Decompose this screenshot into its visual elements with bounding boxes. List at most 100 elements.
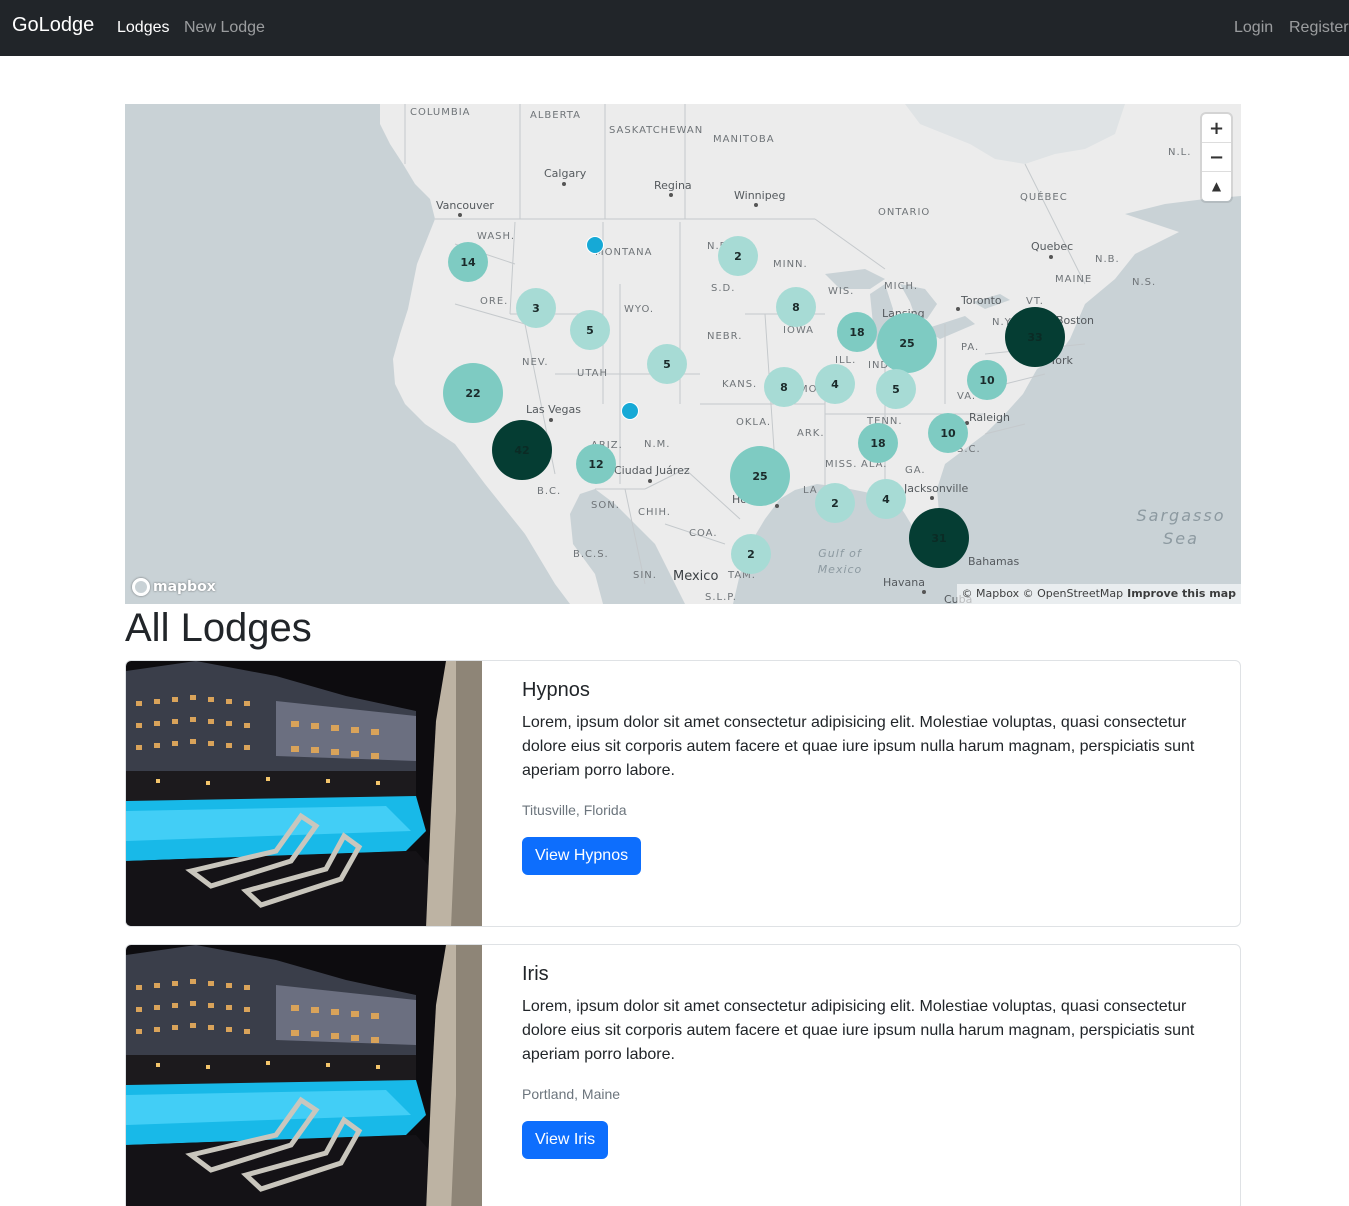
lodge-description: Lorem, ipsum dolor sit amet consectetur … [522, 998, 1195, 1063]
map-cluster[interactable]: 33 [1005, 307, 1065, 367]
map-attribution: © Mapbox © OpenStreetMap Improve this map [956, 584, 1241, 604]
compass-button[interactable]: ▲ [1202, 172, 1231, 201]
map-city-dot [922, 590, 926, 594]
map-label-minn: MINN. [773, 259, 808, 270]
map-navigation-control: + − ▲ [1202, 114, 1231, 201]
map-label-bc: B.C. [537, 486, 562, 497]
cluster-map[interactable]: COLUMBIA ALBERTA SASKATCHEWAN MANITOBA O… [125, 104, 1241, 604]
map-label-nl: N.L. [1168, 147, 1192, 158]
map-label-ga: GA. [905, 465, 926, 476]
mapbox-logo-icon [132, 578, 150, 596]
map-cluster[interactable]: 8 [776, 287, 816, 327]
nav-link-register[interactable]: Register [1289, 19, 1349, 37]
map-water-gulf: Gulf of Mexico [817, 547, 863, 576]
map-cluster[interactable]: 2 [815, 483, 855, 523]
map-label-ontario: ONTARIO [878, 207, 931, 218]
nav-link-new-lodge[interactable]: New Lodge [184, 19, 265, 37]
map-cluster[interactable]: 14 [448, 242, 488, 282]
map-water-sargasso: Sargasso Sea [1136, 506, 1226, 548]
map-cluster[interactable]: 2 [731, 534, 771, 574]
map-cluster[interactable]: 3 [516, 288, 556, 328]
map-lodge-point[interactable] [586, 236, 604, 254]
map-cluster[interactable]: 22 [443, 363, 503, 423]
map-lodge-point[interactable] [621, 402, 639, 420]
zoom-out-button[interactable]: − [1202, 143, 1231, 172]
map-city-dot [775, 504, 779, 508]
map-city-dot [458, 213, 462, 217]
map-country-mexico: Mexico [673, 569, 719, 584]
map-cluster[interactable]: 4 [815, 364, 855, 404]
map-city-quebec: Quebec [1031, 240, 1074, 253]
map-label-wyo: WYO. [624, 304, 655, 315]
map-label-nev: NEV. [522, 357, 549, 368]
map-city-raleigh: Raleigh [969, 411, 1010, 424]
map-label-quebec-province: QUÉBEC [1020, 192, 1068, 203]
map-cluster[interactable]: 25 [877, 313, 937, 373]
map-label-son: SON. [591, 500, 620, 511]
map-cluster[interactable]: 31 [909, 508, 969, 568]
map-label-ark: ARK. [797, 428, 825, 439]
map-city-dot [562, 182, 566, 186]
lodge-image [126, 661, 482, 926]
map-label-vt: VT. [1026, 296, 1044, 307]
map-cluster[interactable]: 18 [858, 423, 898, 463]
map-city-havana: Havana [883, 576, 925, 589]
map-city-calgary: Calgary [544, 167, 587, 180]
map-city-dot [1049, 255, 1053, 259]
lodge-card: Iris Lorem, ipsum dolor sit amet consect… [125, 944, 1241, 1206]
map-label-coa: COA. [689, 528, 718, 539]
map-cluster[interactable]: 5 [647, 344, 687, 384]
lodge-title: Iris [522, 963, 549, 985]
map-label-okla: OKLA. [736, 417, 772, 428]
map-label-sin: SIN. [633, 570, 657, 581]
map-label-nebr: NEBR. [707, 331, 743, 342]
map-city-jacksonville: Jacksonville [904, 482, 969, 495]
map-label-ore: ORE. [480, 296, 509, 307]
map-label-wis: WIS. [828, 286, 855, 297]
map-cluster[interactable]: 12 [576, 444, 616, 484]
lodge-description: Lorem, ipsum dolor sit amet consectetur … [522, 714, 1195, 779]
lodge-title: Hypnos [522, 679, 590, 701]
map-city-toronto: Toronto [961, 294, 1002, 307]
map-label-saskatchewan: SASKATCHEWAN [609, 125, 704, 136]
zoom-in-button[interactable]: + [1202, 114, 1231, 143]
map-cluster[interactable]: 5 [570, 310, 610, 350]
map-label-wash: WASH. [477, 231, 516, 242]
map-cluster[interactable]: 4 [866, 479, 906, 519]
map-label-ns: N.S. [1132, 277, 1157, 288]
map-city-vancouver: Vancouver [436, 199, 494, 212]
nav-link-login[interactable]: Login [1234, 19, 1273, 37]
map-label-slp: S.L.P. [705, 592, 737, 603]
lodge-location: Titusville, Florida [522, 802, 627, 818]
map-label-utah: UTAH [577, 368, 609, 379]
map-label-columbia: COLUMBIA [410, 107, 471, 118]
view-lodge-button[interactable]: View Hypnos [522, 837, 642, 875]
lodge-location: Portland, Maine [522, 1086, 621, 1102]
map-cluster[interactable]: 18 [837, 312, 877, 352]
map-cluster[interactable]: 42 [492, 420, 552, 480]
map-cluster[interactable]: 2 [718, 236, 758, 276]
map-label-chih: CHIH. [638, 507, 671, 518]
map-attribution-text[interactable]: © Mapbox © OpenStreetMap [962, 587, 1124, 600]
map-cluster[interactable]: 25 [730, 446, 790, 506]
map-label-nb: N.B. [1095, 254, 1120, 265]
lodge-image [126, 945, 482, 1206]
map-cluster[interactable]: 8 [764, 367, 804, 407]
map-city-winnipeg: Winnipeg [734, 189, 786, 202]
map-cluster[interactable]: 10 [928, 413, 968, 453]
map-city-dot [956, 307, 960, 311]
map-label-kans: KANS. [722, 379, 758, 390]
view-lodge-button[interactable]: View Iris [522, 1121, 609, 1159]
map-city-regina: Regina [654, 179, 692, 192]
map-cluster[interactable]: 10 [967, 360, 1007, 400]
map-cluster[interactable]: 5 [876, 369, 916, 409]
map-label-mich: MICH. [884, 281, 919, 292]
lodge-card: Hypnos Lorem, ipsum dolor sit amet conse… [125, 660, 1241, 927]
navbar: GoLodge Lodges New Lodge Login Register [0, 0, 1349, 56]
map-label-montana: MONTANA [595, 247, 653, 258]
brand-link[interactable]: GoLodge [12, 14, 94, 37]
nav-link-lodges[interactable]: Lodges [117, 19, 170, 37]
improve-map-link[interactable]: Improve this map [1127, 587, 1236, 600]
mapbox-logo[interactable]: mapbox [132, 578, 216, 596]
map-city-ciudad-juarez: Ciudad Juárez [614, 464, 690, 477]
